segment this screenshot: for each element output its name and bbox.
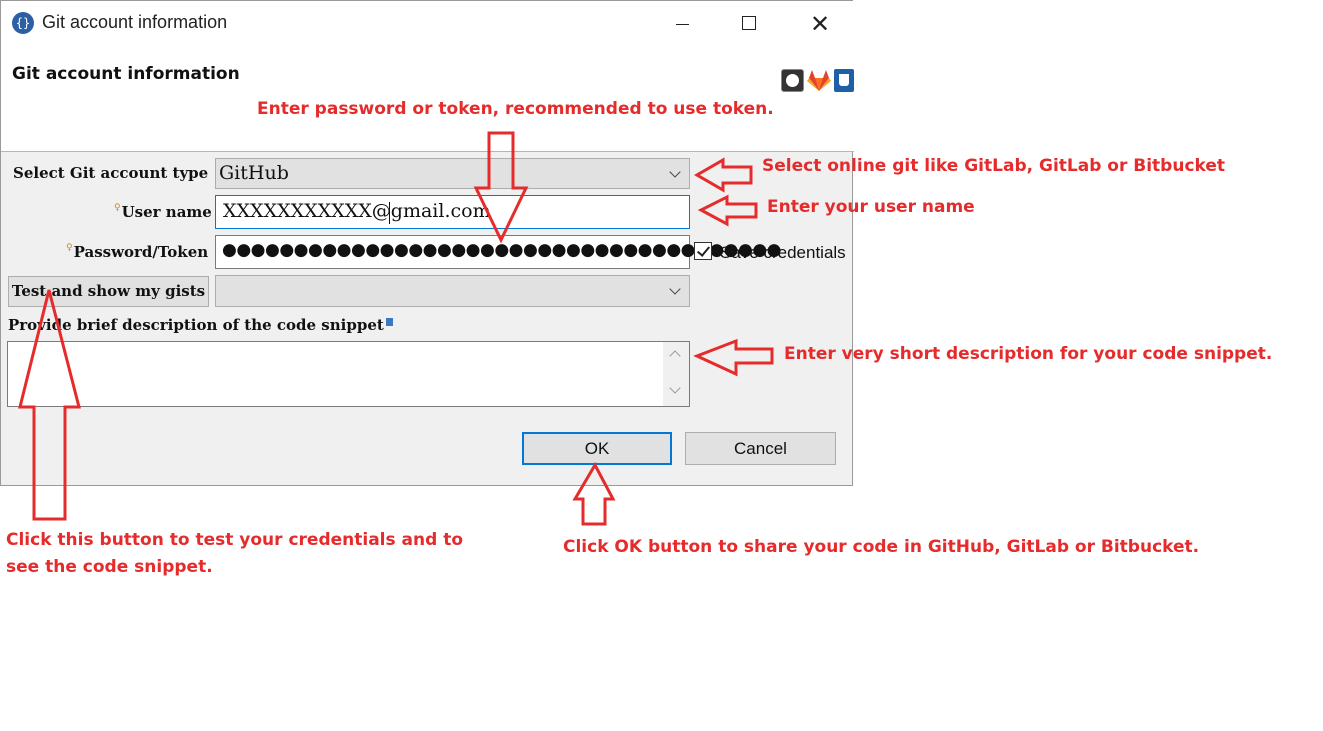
annotation-ok: Click OK button to share your code in Gi… [563, 537, 1200, 557]
password-label-text: Password/Token [73, 243, 209, 261]
textarea-scrollbar[interactable] [663, 342, 689, 406]
username-value: XXXXXXXXXXX@gmail.com [223, 200, 491, 222]
test-gists-button[interactable]: Test and show my gists [8, 276, 209, 307]
description-label-text: Provide brief description of the code sn… [8, 316, 384, 334]
close-icon: ✕ [809, 10, 831, 38]
username-label: ♀User name [114, 203, 212, 221]
annotation-test-line1: Click this button to test your credentia… [6, 530, 464, 550]
git-account-dialog: {} Git account information ✕ Git account… [0, 0, 854, 486]
gitlab-icon [807, 69, 831, 92]
description-textarea[interactable] [7, 341, 690, 407]
scroll-down-icon[interactable] [669, 382, 681, 394]
title-bar: {} Git account information ✕ [1, 1, 854, 47]
window-title: Git account information [42, 12, 228, 32]
bitbucket-icon [834, 69, 854, 92]
username-label-text: User name [121, 203, 212, 221]
account-type-label: Select Git account type [13, 164, 209, 182]
username-field[interactable]: XXXXXXXXXXX@gmail.com [215, 195, 690, 229]
account-type-select[interactable]: GitHub [215, 158, 690, 189]
app-icon: {} [12, 12, 34, 34]
ok-button[interactable]: OK [522, 432, 672, 465]
close-button[interactable]: ✕ [797, 1, 843, 47]
annotation-description: Enter very short description for your co… [784, 344, 1273, 364]
save-credentials-label: Save credentials [720, 243, 846, 262]
scroll-up-icon[interactable] [669, 350, 681, 362]
checkbox-checked-icon[interactable] [694, 242, 712, 260]
annotation-account-type: Select online git like GitLab, GitLab or… [762, 156, 1226, 176]
dialog-heading: Git account information [12, 64, 240, 84]
chevron-down-icon [669, 283, 681, 295]
chevron-down-icon [669, 166, 681, 178]
maximize-button[interactable] [726, 1, 772, 47]
cancel-button[interactable]: Cancel [685, 432, 836, 465]
text-caret [389, 202, 390, 224]
account-type-value: GitHub [219, 162, 289, 184]
annotation-password: Enter password or token, recommended to … [257, 99, 774, 119]
info-icon [385, 318, 393, 326]
required-marker-icon: ♀ [66, 243, 73, 253]
password-label: ♀Password/Token [66, 243, 208, 261]
annotation-test-line2: see the code snippet. [6, 557, 213, 577]
minimize-button[interactable] [659, 1, 705, 47]
gists-select[interactable] [215, 275, 690, 307]
annotation-username: Enter your user name [767, 197, 975, 217]
description-label: Provide brief description of the code sn… [8, 316, 393, 334]
github-icon [781, 69, 804, 92]
password-field[interactable]: ●●●●●●●●●●●●●●●●●●●●●●●●●●●●●●●●●●●●●●● [215, 235, 782, 269]
required-marker-icon: ♀ [114, 203, 121, 213]
